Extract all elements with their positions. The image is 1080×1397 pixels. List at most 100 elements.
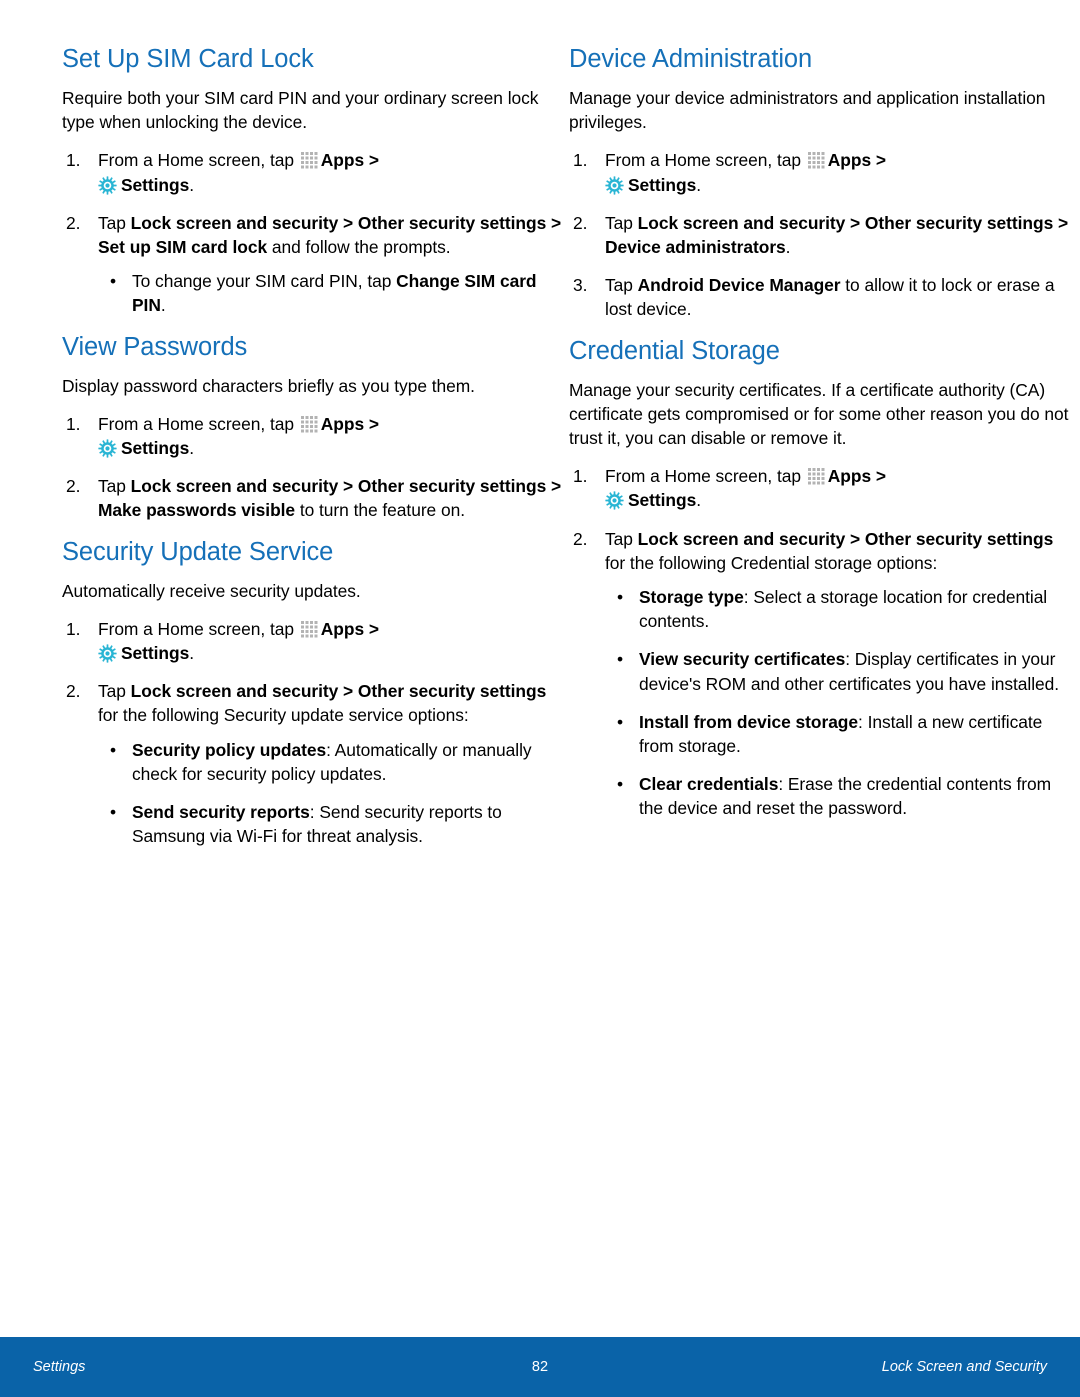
left-column: Set Up SIM Card Lock Require both your SI… — [62, 44, 562, 862]
bullet-item: • Security policy updates: Automatically … — [98, 738, 562, 786]
step-text: Tap Android Device Manager to allow it t… — [605, 275, 1055, 319]
numbered-step: 1. From a Home screen, tap Apps > Setting… — [62, 412, 562, 460]
bullet-text: Send security reports: Send security rep… — [132, 802, 502, 846]
manual-page: Set Up SIM Card Lock Require both your SI… — [0, 0, 1080, 1397]
settings-label: Settings — [628, 174, 697, 195]
numbered-step: 3. Tap Android Device Manager to allow it… — [569, 273, 1069, 321]
step-list: 1. From a Home screen, tap Apps > Setting… — [62, 617, 562, 849]
numbered-step: 2. Tap Lock screen and security > Other s… — [62, 474, 562, 522]
gear-icon — [98, 644, 117, 663]
section-heading: Security Update Service — [62, 537, 334, 566]
plain-text: . — [785, 237, 791, 258]
bullet-dot-icon: • — [617, 774, 624, 795]
step-number: 1. — [573, 466, 588, 487]
two-column-body: Set Up SIM Card Lock Require both your SI… — [0, 44, 1080, 862]
step-text: Tap Lock screen and security > Other sec… — [98, 213, 561, 257]
step-trailing-punctuation: . — [189, 438, 194, 459]
bullet-text: To change your SIM card PIN, tap Change … — [132, 271, 537, 315]
section-intro-text: Display password characters briefly as y… — [62, 375, 475, 396]
step-text: Tap Lock screen and security > Other sec… — [98, 681, 546, 725]
settings-label: Settings — [121, 174, 190, 195]
step-text: Tap Lock screen and security > Other sec… — [605, 529, 1053, 573]
page-footer: Settings 82 Lock Screen and Security — [0, 1337, 1080, 1397]
section-intro-text: Manage your device administrators and ap… — [569, 88, 1046, 133]
emphasis-text: View security certificates — [639, 649, 846, 670]
section-heading: Set Up SIM Card Lock — [62, 45, 314, 73]
apps-grid-icon — [300, 415, 318, 433]
step-number: 1. — [573, 150, 588, 171]
bullet-text: View security certificates: Display cert… — [639, 649, 1059, 693]
gear-icon — [605, 175, 624, 195]
bullet-dot-icon: • — [617, 711, 624, 732]
settings-label: Settings — [121, 643, 190, 664]
bullet-list: • To change your SIM card PIN, tap Change… — [98, 269, 562, 317]
numbered-step: 2. Tap Lock screen and security > Other s… — [62, 679, 562, 848]
emphasis-text: Storage type — [639, 587, 744, 608]
settings-label: Settings — [121, 438, 190, 459]
section-intro-text: Automatically receive security updates. — [62, 580, 361, 601]
plain-text: Tap — [98, 476, 131, 497]
emphasis-text: Lock screen and security > Other securit… — [637, 528, 1054, 549]
plain-text: Tap — [98, 212, 131, 233]
bullet-text: Storage type: Select a storage location … — [639, 587, 1047, 631]
bullet-dot-icon: • — [617, 587, 624, 608]
bullet-dot-icon: • — [110, 739, 117, 760]
emphasis-text: Install from device storage — [639, 711, 859, 732]
step-list: 1. From a Home screen, tap Apps > Setting… — [62, 148, 562, 317]
emphasis-text: Lock screen and security > Other securit… — [130, 681, 547, 702]
section-heading: View Passwords — [62, 332, 248, 361]
step-number: 1. — [66, 150, 81, 171]
settings-label: Settings — [628, 490, 697, 511]
bullet-item: • Install from device storage: Install a … — [605, 710, 1069, 758]
path-separator: > — [364, 413, 379, 434]
bullet-item: • Send security reports: Send security re… — [98, 800, 562, 848]
step-list: 1. From a Home screen, tap Apps > Setting… — [569, 464, 1069, 820]
step-number: 2. — [66, 476, 81, 497]
step-lead-text: From a Home screen, tap — [605, 466, 806, 487]
step-lead-text: From a Home screen, tap — [98, 150, 299, 171]
plain-text: To change your SIM card PIN, tap — [132, 271, 397, 292]
step-number: 1. — [66, 618, 81, 639]
plain-text: Tap — [605, 212, 638, 233]
emphasis-text: Clear credentials — [639, 774, 779, 795]
step-trailing-punctuation: . — [189, 174, 194, 195]
apps-grid-icon — [807, 468, 825, 486]
step-trailing-punctuation: . — [189, 643, 194, 664]
path-separator: > — [364, 618, 379, 639]
step-text: Tap Lock screen and security > Other sec… — [98, 476, 561, 520]
numbered-step: 1. From a Home screen, tap Apps > Setting… — [62, 617, 562, 665]
apps-label: Apps — [320, 618, 365, 639]
numbered-step: 1. From a Home screen, tap Apps > Setting… — [569, 464, 1069, 512]
step-number: 2. — [573, 212, 588, 233]
step-list: 1. From a Home screen, tap Apps > Setting… — [569, 148, 1069, 321]
bullet-dot-icon: • — [617, 649, 624, 670]
emphasis-text: Send security reports — [132, 802, 310, 823]
plain-text: Tap — [98, 681, 131, 702]
plain-text: Tap — [605, 528, 638, 549]
bullet-item: • View security certificates: Display cer… — [605, 647, 1069, 695]
plain-text: . — [160, 295, 166, 316]
gear-icon — [605, 491, 624, 511]
path-separator: > — [871, 466, 886, 487]
step-lead-text: From a Home screen, tap — [98, 618, 299, 639]
numbered-step: 2. Tap Lock screen and security > Other s… — [62, 211, 562, 318]
step-number: 2. — [573, 528, 588, 549]
bullet-text: Install from device storage: Install a n… — [639, 712, 1042, 756]
plain-text: and follow the prompts. — [267, 237, 451, 258]
plain-text: to turn the feature on. — [295, 500, 465, 521]
step-number: 1. — [66, 413, 81, 434]
apps-grid-icon — [300, 620, 318, 638]
apps-label: Apps — [827, 466, 872, 487]
bullet-list: • Storage type: Select a storage location… — [605, 585, 1069, 821]
plain-text: Tap — [605, 275, 638, 296]
step-lead-text: From a Home screen, tap — [605, 150, 806, 171]
gear-icon — [98, 175, 117, 195]
numbered-step: 2. Tap Lock screen and security > Other s… — [569, 527, 1069, 821]
section-intro-text: Manage your security certificates. If a … — [569, 379, 1069, 449]
step-trailing-punctuation: . — [696, 174, 701, 195]
bullet-text: Security policy updates: Automatically o… — [132, 740, 532, 784]
bullet-list: • Security policy updates: Automatically … — [98, 738, 562, 849]
bullet-item: • Storage type: Select a storage location… — [605, 585, 1069, 633]
emphasis-text: Lock screen and security > Other securit… — [605, 212, 1069, 258]
numbered-step: 2. Tap Lock screen and security > Other s… — [569, 211, 1069, 259]
